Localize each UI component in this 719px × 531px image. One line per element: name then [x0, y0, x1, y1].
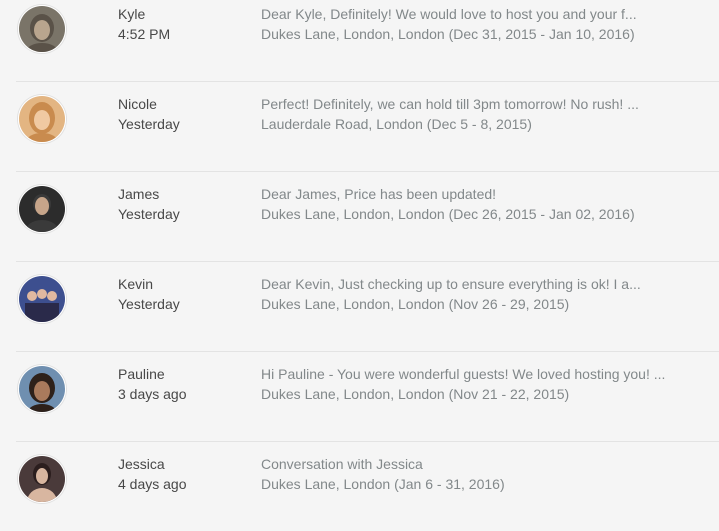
message-preview: Dear James, Price has been updated! [261, 186, 497, 202]
thread-row-jessica[interactable]: Jessica 4 days ago Conversation with Jes… [0, 442, 719, 531]
message-time: Yesterday [118, 116, 180, 132]
message-time: Yesterday [118, 296, 180, 312]
message-time: 4 days ago [118, 476, 187, 492]
sender-name: James [118, 186, 160, 202]
avatar[interactable] [18, 185, 66, 233]
avatar[interactable] [18, 5, 66, 53]
listing-info: Dukes Lane, London (Jan 6 - 31, 2016) [261, 476, 505, 492]
avatar-photo [19, 186, 65, 232]
sender-name: Nicole [118, 96, 157, 112]
avatar-photo [19, 456, 65, 502]
avatar[interactable] [18, 275, 66, 323]
sender-name: Kyle [118, 6, 146, 22]
listing-info: Dukes Lane, London, London (Nov 21 - 22,… [261, 386, 570, 402]
thread-row-kevin[interactable]: Kevin Yesterday Dear Kevin, Just checkin… [0, 262, 719, 352]
avatar-photo [19, 6, 65, 52]
thread-row-james[interactable]: James Yesterday Dear James, Price has be… [0, 172, 719, 262]
avatar[interactable] [18, 455, 66, 503]
avatar-photo [19, 96, 65, 142]
thread-row-kyle[interactable]: Kyle 4:52 PM Dear Kyle, Definitely! We w… [0, 0, 719, 82]
sender-name: Jessica [118, 456, 165, 472]
listing-info: Dukes Lane, London, London (Nov 26 - 29,… [261, 296, 570, 312]
message-preview: Dear Kevin, Just checking up to ensure e… [261, 276, 641, 292]
listing-info: Dukes Lane, London, London (Dec 26, 2015… [261, 206, 635, 222]
thread-row-nicole[interactable]: Nicole Yesterday Perfect! Definitely, we… [0, 82, 719, 172]
message-thread-list: Kyle 4:52 PM Dear Kyle, Definitely! We w… [0, 0, 719, 531]
message-preview: Conversation with Jessica [261, 456, 423, 472]
message-preview: Dear Kyle, Definitely! We would love to … [261, 6, 637, 22]
avatar[interactable] [18, 95, 66, 143]
listing-info: Dukes Lane, London, London (Dec 31, 2015… [261, 26, 635, 42]
thread-row-pauline[interactable]: Pauline 3 days ago Hi Pauline - You were… [0, 352, 719, 442]
listing-info: Lauderdale Road, London (Dec 5 - 8, 2015… [261, 116, 532, 132]
avatar-photo [19, 366, 65, 412]
sender-name: Kevin [118, 276, 154, 292]
sender-name: Pauline [118, 366, 165, 382]
message-preview: Perfect! Definitely, we can hold till 3p… [261, 96, 639, 112]
message-preview: Hi Pauline - You were wonderful guests! … [261, 366, 666, 382]
avatar[interactable] [18, 365, 66, 413]
message-time: 3 days ago [118, 386, 187, 402]
message-time: 4:52 PM [118, 26, 171, 42]
avatar-photo [19, 276, 65, 322]
message-time: Yesterday [118, 206, 180, 222]
